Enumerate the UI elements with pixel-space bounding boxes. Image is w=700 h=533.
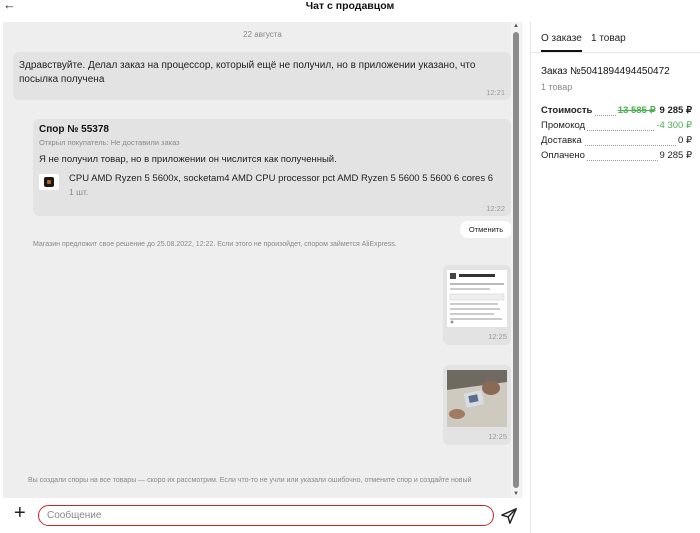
image-time: 12:25 bbox=[488, 332, 507, 341]
dispute-reason: Открыл покупатель: Не доставили заказ bbox=[39, 138, 180, 147]
chat-scrollbar[interactable]: ▲ ▼ bbox=[511, 22, 521, 498]
message-text: Здравствуйте. Делал заказ на процессор, … bbox=[19, 60, 476, 85]
summary-cost-row: Стоимость 13 585 ₽9 285 ₽ bbox=[541, 105, 692, 120]
tabs-underline bbox=[531, 52, 700, 53]
dispute-product[interactable]: CPU AMD Ryzen 5 5600x, socketam4 AMD CPU… bbox=[39, 173, 509, 199]
cost-label: Стоимость bbox=[541, 105, 595, 116]
image-message[interactable]: 12:25 bbox=[443, 365, 511, 445]
order-item-count: 1 товар bbox=[541, 82, 573, 92]
message-input[interactable] bbox=[38, 505, 494, 526]
message-composer: + bbox=[0, 500, 530, 533]
message-time: 12:21 bbox=[486, 88, 505, 97]
image-message[interactable]: 12:25 bbox=[443, 265, 511, 345]
product-name: CPU AMD Ryzen 5 5600x, socketam4 AMD CPU… bbox=[69, 173, 493, 184]
page-title: Чат с продавцом bbox=[305, 0, 395, 12]
date-separator: 22 августа bbox=[243, 30, 282, 39]
top-bar: ← Чат с продавцом bbox=[0, 0, 700, 14]
paid-label: Оплачено bbox=[541, 150, 587, 161]
store-note: Магазин предложит свое решение до 25.08.… bbox=[33, 241, 397, 248]
promo-value: -4 300 ₽ bbox=[654, 120, 692, 131]
paid-value: 9 285 ₽ bbox=[657, 150, 692, 161]
send-icon[interactable] bbox=[500, 507, 518, 525]
summary-paid-row: Оплачено 9 285 ₽ bbox=[541, 150, 692, 165]
buyer-message: Здравствуйте. Делал заказ на процессор, … bbox=[13, 52, 511, 100]
order-number: Заказ №5041894494450472 bbox=[541, 66, 670, 77]
order-summary: Стоимость 13 585 ₽9 285 ₽ Промокод -4 30… bbox=[541, 105, 692, 165]
summary-promo-row: Промокод -4 300 ₽ bbox=[541, 120, 692, 135]
photo-image bbox=[447, 370, 507, 427]
tab-about-order[interactable]: О заказе bbox=[541, 33, 582, 52]
scroll-up-icon[interactable]: ▲ bbox=[511, 22, 521, 30]
summary-delivery-row: Доставка 0 ₽ bbox=[541, 135, 692, 150]
delivery-value: 0 ₽ bbox=[676, 135, 692, 146]
promo-label: Промокод bbox=[541, 120, 588, 131]
cancel-dispute-button[interactable]: Отменить bbox=[460, 221, 512, 238]
plus-icon[interactable]: + bbox=[14, 503, 26, 523]
delivery-label: Доставка bbox=[541, 135, 584, 146]
product-quantity: 1 шт. bbox=[69, 187, 89, 197]
scroll-thumb[interactable] bbox=[513, 32, 519, 488]
new-price: 9 285 ₽ bbox=[659, 105, 692, 116]
tab-items[interactable]: 1 товар bbox=[591, 33, 626, 44]
panel-divider bbox=[530, 22, 531, 533]
scroll-down-icon[interactable]: ▼ bbox=[511, 490, 521, 498]
cost-value: 13 585 ₽9 285 ₽ bbox=[615, 105, 692, 116]
dispute-card: Спор № 55378 Открыл покупатель: Не доста… bbox=[33, 119, 511, 216]
dispute-footer-note: Вы создали споры на все товары — скоро и… bbox=[28, 477, 472, 484]
dispute-time: 12:22 bbox=[486, 204, 505, 213]
image-time: 12:25 bbox=[488, 432, 507, 441]
old-price: 13 585 ₽ bbox=[617, 105, 656, 116]
dispute-title: Спор № 55378 bbox=[39, 124, 109, 135]
product-image bbox=[39, 174, 59, 190]
chat-area[interactable]: 22 августа Здравствуйте. Делал заказ на … bbox=[3, 22, 522, 498]
screenshot-image bbox=[447, 270, 507, 327]
dispute-text: Я не получил товар, но в приложении он ч… bbox=[39, 154, 337, 165]
cpu-chip-icon bbox=[44, 177, 54, 187]
